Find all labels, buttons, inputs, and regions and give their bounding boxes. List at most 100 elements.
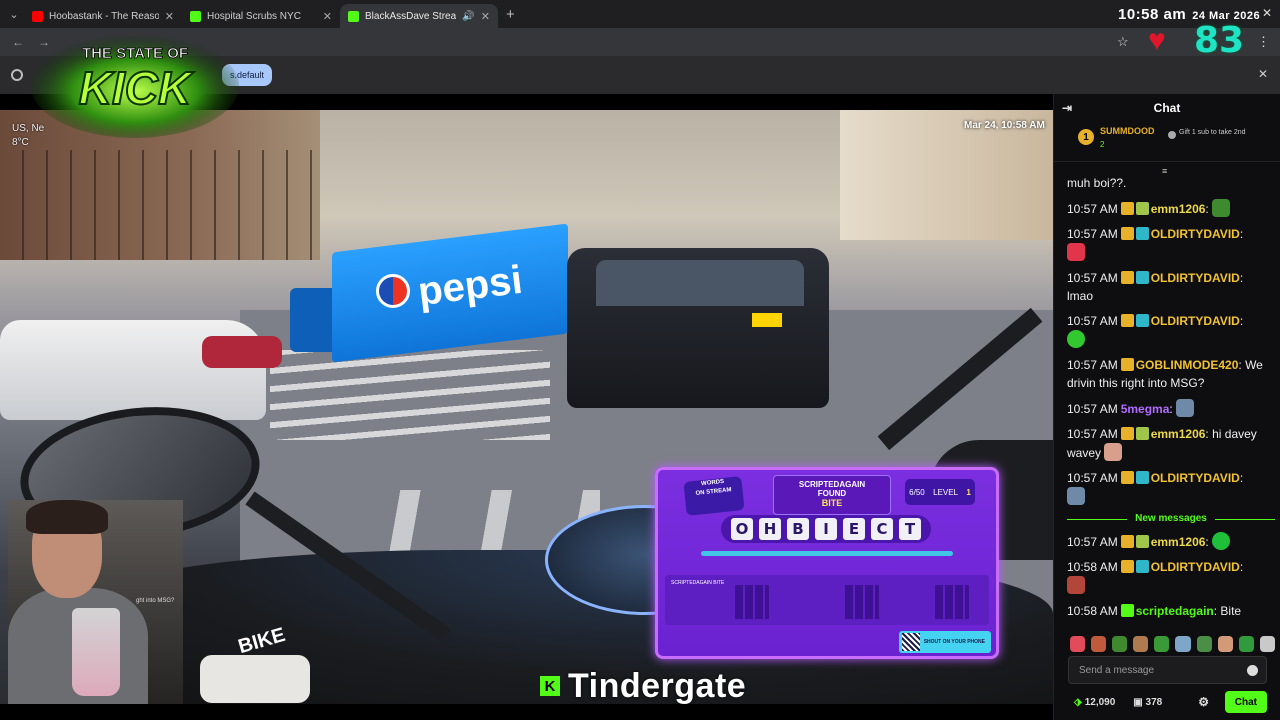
tab-close-icon[interactable]: ✕ — [323, 10, 332, 23]
wos-letter: T — [899, 518, 921, 540]
wos-progress: 6/50 — [909, 487, 925, 497]
chat-message: 10:57 AM emm1206: hi davey wavey — [1067, 427, 1257, 461]
chat-message: 10:57 AM GOBLINMODE420: We drivin this ri… — [1067, 358, 1263, 390]
chatter-avatar[interactable] — [1175, 636, 1191, 652]
chatter-avatar[interactable] — [1091, 636, 1107, 652]
message-text: muh boi??. — [1067, 176, 1127, 190]
wos-logo: WORDS ON STREAM — [683, 476, 745, 516]
crown-badge-icon — [1120, 202, 1134, 215]
scaffolding — [0, 150, 320, 260]
wos-letter: C — [871, 518, 893, 540]
chatter-avatar[interactable] — [1112, 636, 1128, 652]
points-icon: ⬗ — [1074, 696, 1082, 708]
chat-input[interactable]: Send a message — [1068, 656, 1267, 684]
wos-found-word: BITE — [821, 498, 843, 508]
chat-title: Chat — [1153, 101, 1181, 115]
message-username[interactable]: emm1206 — [1151, 202, 1206, 216]
heart-counter: 83 — [1194, 20, 1245, 61]
message-time: 10:57 AM — [1067, 402, 1118, 416]
chatter-avatar[interactable] — [1133, 636, 1149, 652]
chat-message: 10:57 AM OLDIRTYDAVID: — [1067, 469, 1275, 506]
youtube-favicon-icon — [32, 10, 43, 22]
clock-time: 10:58 am — [1118, 6, 1187, 23]
message-username[interactable]: 5megma — [1121, 402, 1170, 416]
message-username[interactable]: emm1206 — [1151, 427, 1206, 441]
chatter-avatar[interactable] — [1070, 636, 1086, 652]
sub-badge-icon — [1135, 560, 1149, 573]
sub-badge-icon — [1135, 271, 1149, 284]
message-text: lmao — [1067, 289, 1094, 303]
new-tab-button[interactable]: + — [506, 6, 515, 23]
infobar-close-icon[interactable]: ✕ — [1258, 67, 1268, 81]
logo-top-text: THE STATE OF — [82, 45, 188, 62]
wos-found-label: FOUND — [817, 489, 847, 498]
tab-search-icon[interactable]: ⌄ — [4, 4, 24, 24]
chat-settings-gear-icon[interactable]: ⚙ — [1198, 695, 1209, 709]
window-close-icon[interactable]: ✕ — [1262, 6, 1272, 20]
pinned-user: SUMMDOOD — [1100, 126, 1155, 136]
gift-badge-icon — [1120, 604, 1134, 617]
bookmark-star-icon[interactable]: ☆ — [1117, 34, 1129, 50]
og-badge-icon — [1135, 535, 1149, 548]
message-time: 10:57 AM — [1067, 202, 1118, 216]
sub-badge-icon — [1135, 227, 1149, 240]
browser-menu-icon[interactable]: ⋮ — [1257, 34, 1270, 50]
wos-grid — [845, 585, 879, 619]
gift-counter[interactable]: ▣ 378 — [1133, 697, 1162, 708]
message-username[interactable]: OLDIRTYDAVID — [1151, 314, 1240, 328]
message-username[interactable]: GOBLINMODE420 — [1136, 358, 1239, 372]
kick-k-icon: K — [540, 676, 560, 696]
wos-letter-row: O H B I E C T — [721, 515, 931, 543]
chatter-avatar[interactable] — [1238, 636, 1254, 652]
collapse-chat-icon[interactable]: ⇥ — [1062, 101, 1072, 115]
chat-message: 10:57 AM OLDIRTYDAVID: — [1067, 225, 1275, 262]
wos-progress-track — [701, 551, 953, 556]
gift-box-icon: ▣ — [1133, 696, 1146, 708]
back-arrow-icon[interactable]: ← — [10, 35, 26, 49]
pinned-gifter[interactable]: 1 SUMMDOOD 2 Gift 1 sub to take 2nd — [1054, 122, 1280, 162]
gift-icon — [1168, 131, 1176, 139]
speaker-icon[interactable]: 🔊 — [462, 11, 474, 22]
wos-grid — [935, 585, 969, 619]
crown-badge-icon — [1120, 227, 1134, 240]
pinned-subs: 2 — [1100, 140, 1105, 149]
message-time: 10:57 AM — [1067, 427, 1118, 441]
message-text: Bite — [1220, 604, 1242, 618]
message-username[interactable]: OLDIRTYDAVID — [1151, 471, 1240, 485]
emoji-picker-icon[interactable] — [1247, 665, 1258, 676]
chatter-avatar[interactable] — [1217, 636, 1233, 652]
pepsi-globe-icon — [376, 274, 410, 308]
webcam-chat-caption: ght into MSG? — [136, 598, 175, 604]
message-time: 10:58 AM — [1067, 560, 1118, 574]
wos-letter: B — [787, 518, 809, 540]
crown-badge-icon — [1120, 314, 1134, 327]
channel-points[interactable]: ⬗ 12,090 — [1074, 697, 1115, 708]
crown-badge-icon — [1120, 471, 1134, 484]
message-username[interactable]: emm1206 — [1151, 535, 1206, 549]
license-plate — [752, 313, 782, 327]
message-username[interactable]: scriptedagain — [1136, 604, 1214, 618]
tab-close-icon[interactable]: ✕ — [481, 10, 490, 23]
wos-board-word: BITE — [713, 580, 725, 586]
tab-3-active[interactable]: BlackAssDave Stream - Wa 🔊 ✕ — [340, 4, 498, 28]
message-username[interactable]: OLDIRTYDAVID — [1151, 560, 1240, 574]
wos-letter: H — [759, 518, 781, 540]
chatter-avatar[interactable] — [1259, 636, 1275, 652]
chat-send-button[interactable]: Chat — [1224, 691, 1267, 713]
chatter-avatar[interactable] — [1196, 636, 1212, 652]
tab-title: BlackAssDave Stream - Wa — [365, 10, 457, 22]
chatter-avatar[interactable] — [1154, 636, 1170, 652]
message-username[interactable]: OLDIRTYDAVID — [1151, 227, 1240, 241]
message-time: 10:57 AM — [1067, 271, 1118, 285]
logo-main-text: KICK — [79, 62, 194, 114]
chat-message: 10:57 AM OLDIRTYDAVID: lmao — [1067, 271, 1244, 303]
wos-level: 1 — [966, 487, 971, 497]
kick-favicon-icon — [348, 10, 359, 22]
hearts-emote-icon — [1067, 243, 1085, 261]
og-badge-icon — [1135, 427, 1149, 440]
tab-close-icon[interactable]: ✕ — [165, 10, 174, 23]
wave-emote-icon — [1176, 399, 1195, 417]
chat-message: 10:57 AM emm1206: — [1067, 199, 1275, 218]
gifts-value: 378 — [1145, 696, 1163, 708]
message-username[interactable]: OLDIRTYDAVID — [1151, 271, 1240, 285]
